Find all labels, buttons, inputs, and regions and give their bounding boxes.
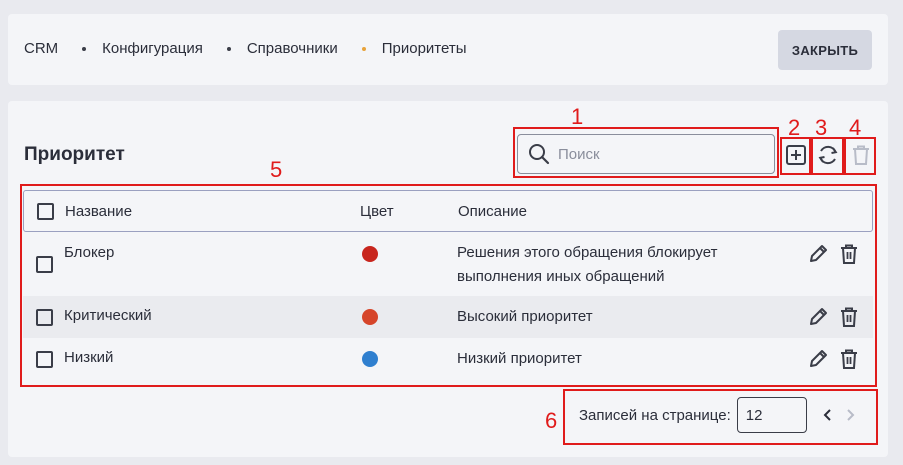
row-description: Решения этого обращения блокирует выполн… — [457, 244, 718, 285]
delete-icon[interactable] — [839, 243, 859, 265]
search-icon — [529, 144, 550, 165]
breadcrumb-priorities: Приоритеты — [381, 40, 467, 57]
breadcrumb-crm[interactable]: CRM — [24, 40, 58, 57]
column-header-name[interactable]: Название — [65, 203, 132, 220]
search-input[interactable] — [558, 145, 758, 163]
chevron-right-icon[interactable] — [843, 408, 857, 422]
table-row[interactable]: Критический Высокий приоритет — [23, 296, 873, 338]
annotation-number-6: 6 — [545, 408, 558, 433]
row-color-swatch — [362, 351, 378, 367]
edit-icon[interactable] — [807, 243, 829, 265]
table-row[interactable]: Блокер Решения этого обращения блокирует… — [23, 232, 873, 296]
close-button[interactable]: ЗАКРЫТЬ — [778, 30, 872, 70]
delete-selected-button[interactable] — [848, 142, 873, 168]
edit-icon[interactable] — [807, 306, 829, 328]
row-name: Критический — [64, 307, 152, 324]
table-header: Название Цвет Описание — [23, 190, 873, 232]
annotation-number-3: 3 — [815, 115, 828, 140]
per-page-select[interactable]: 12 — [736, 397, 807, 433]
row-checkbox[interactable] — [36, 350, 53, 368]
row-color-swatch — [362, 309, 378, 325]
search-box[interactable] — [517, 134, 775, 174]
annotation-number-2: 2 — [788, 115, 801, 140]
pagination: Записей на странице: 12 — [579, 397, 857, 433]
refresh-icon — [818, 145, 837, 165]
breadcrumb: CRM Конфигурация Справочники Приоритеты — [24, 40, 466, 57]
chevron-left-icon[interactable] — [821, 408, 835, 422]
row-color-swatch — [362, 246, 378, 262]
column-header-description[interactable]: Описание — [458, 203, 527, 220]
row-description: Высокий приоритет — [457, 308, 593, 325]
breadcrumb-bar: CRM Конфигурация Справочники Приоритеты … — [8, 14, 888, 85]
delete-icon[interactable] — [839, 348, 859, 370]
add-icon — [785, 145, 806, 165]
row-name: Блокер — [64, 244, 115, 261]
per-page-label: Записей на странице: — [579, 406, 731, 424]
row-checkbox[interactable] — [36, 255, 53, 273]
row-description: Низкий приоритет — [457, 350, 582, 367]
row-actions — [807, 348, 859, 370]
annotation-number-4: 4 — [849, 115, 862, 140]
annotation-number-5: 5 — [270, 157, 283, 182]
breadcrumb-directories[interactable]: Справочники — [247, 40, 338, 57]
priorities-table: Название Цвет Описание Блокер Решения эт… — [23, 190, 873, 380]
row-checkbox[interactable] — [36, 308, 53, 326]
row-actions — [807, 243, 859, 265]
refresh-button[interactable] — [814, 142, 841, 168]
annotation-number-1: 1 — [571, 104, 584, 129]
column-header-color[interactable]: Цвет — [360, 203, 394, 220]
delete-icon — [852, 145, 869, 165]
breadcrumb-separator-active — [361, 46, 366, 51]
add-button[interactable] — [783, 142, 808, 168]
page-title: Приоритет — [24, 144, 125, 165]
breadcrumb-configuration[interactable]: Конфигурация — [102, 40, 203, 57]
row-actions — [807, 306, 859, 328]
delete-icon[interactable] — [839, 306, 859, 328]
breadcrumb-separator — [226, 46, 231, 51]
table-row[interactable]: Низкий Низкий приоритет — [23, 338, 873, 380]
row-name: Низкий — [64, 349, 114, 366]
select-all-checkbox[interactable] — [37, 202, 54, 220]
breadcrumb-separator — [82, 46, 87, 51]
edit-icon[interactable] — [807, 348, 829, 370]
